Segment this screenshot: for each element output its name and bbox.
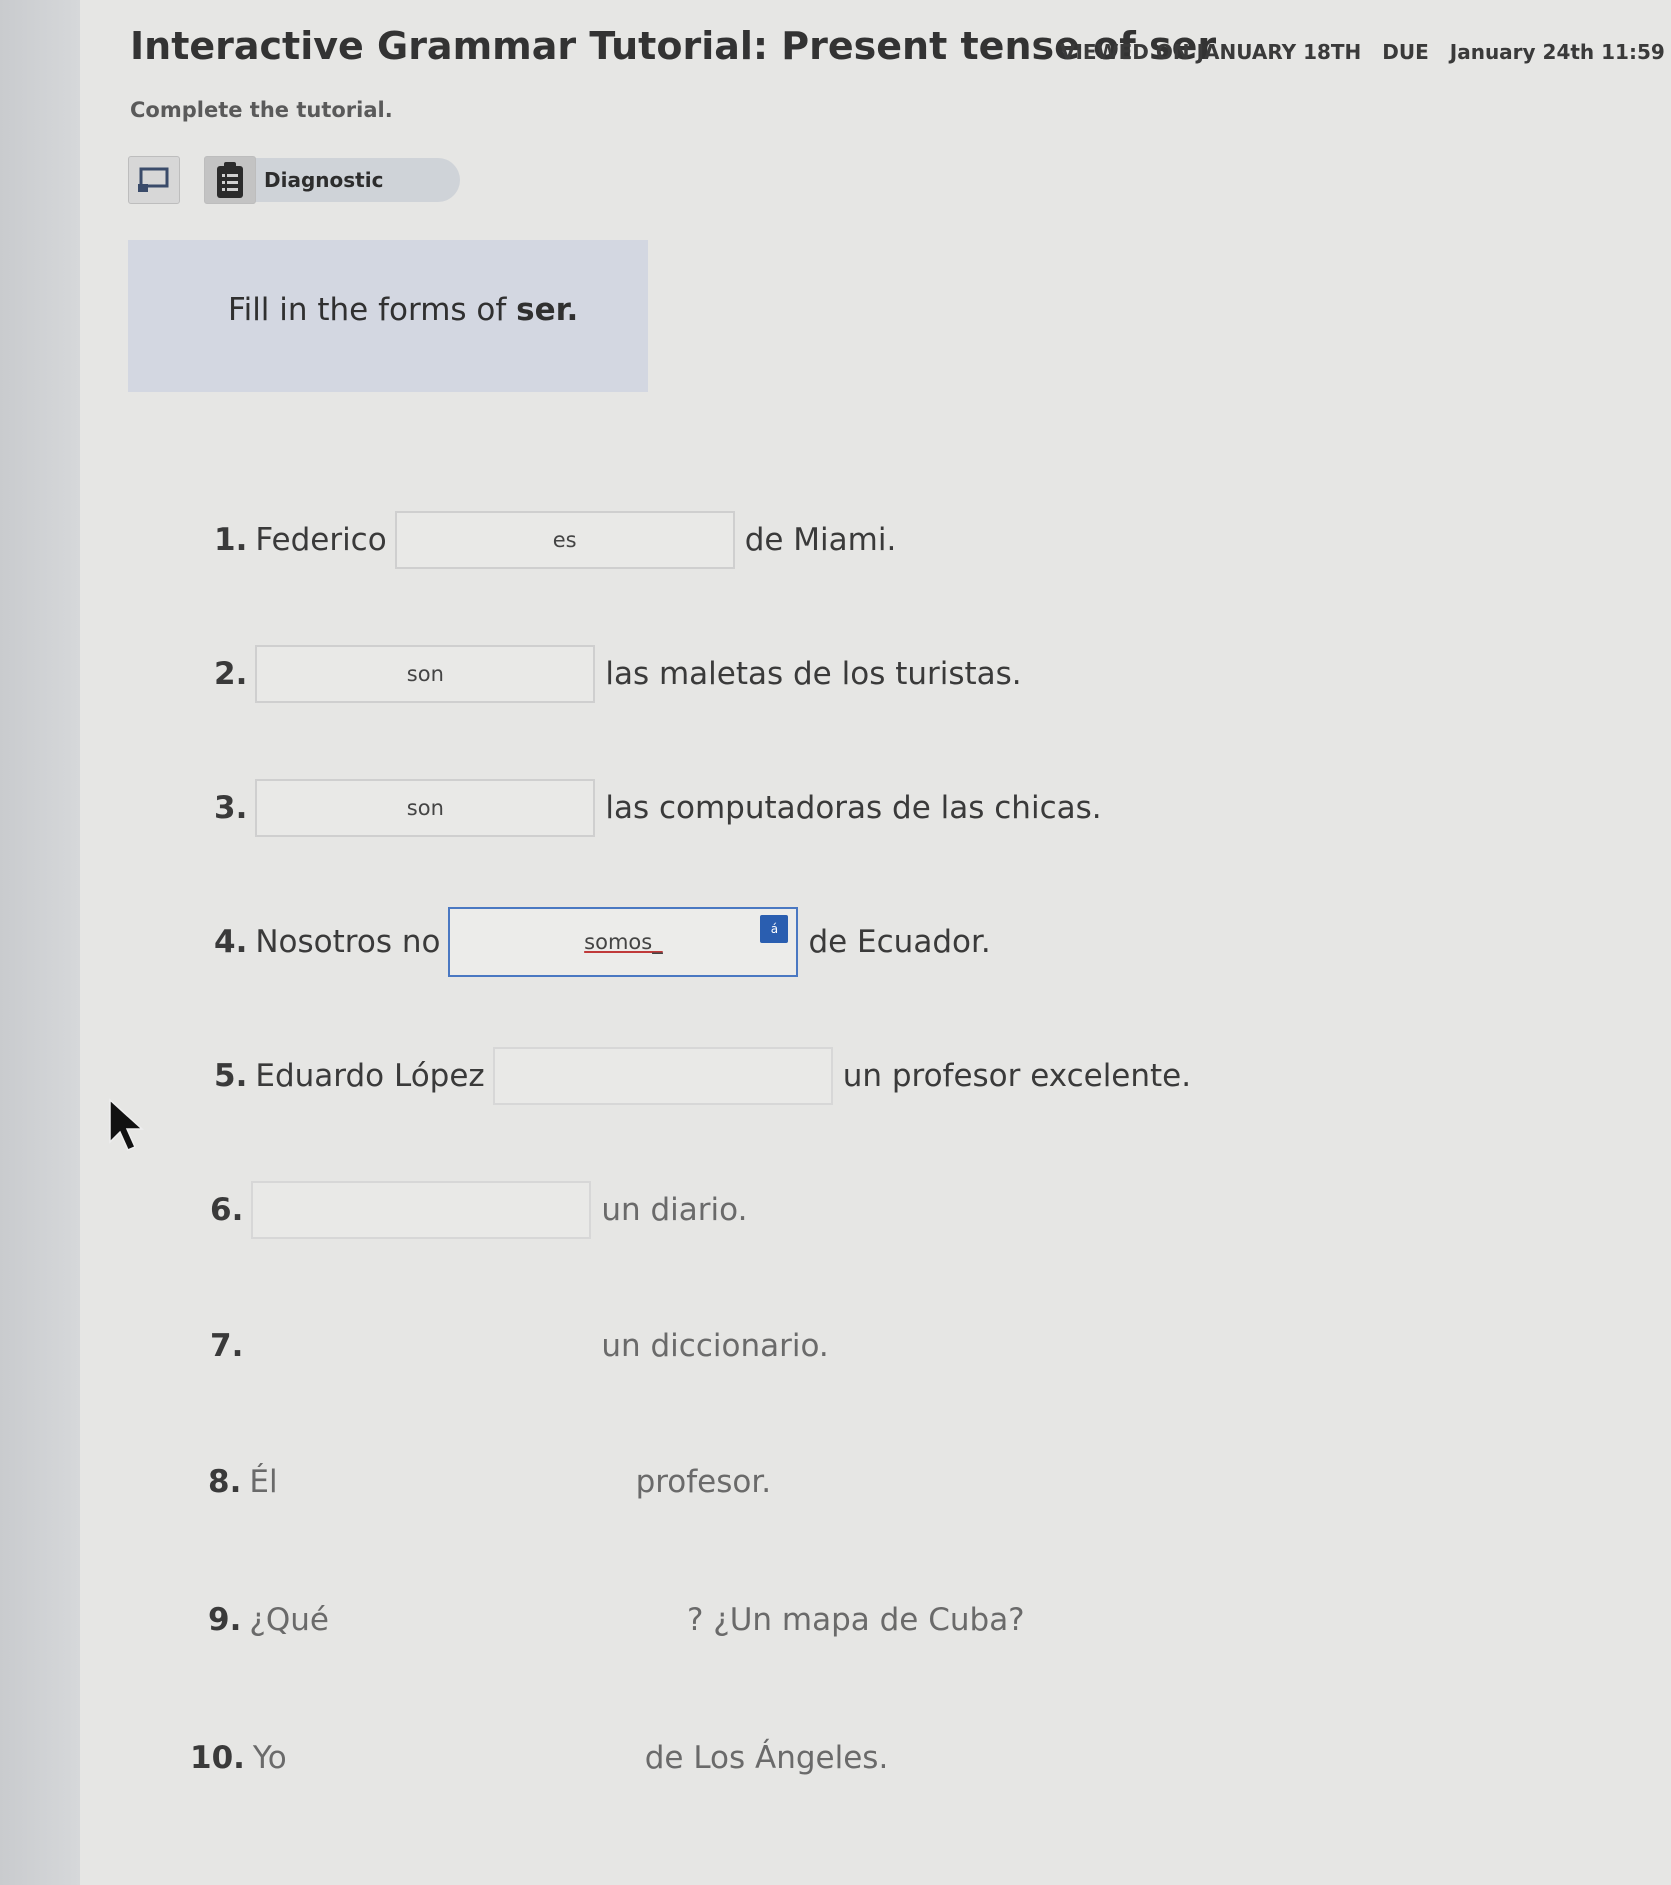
page-subtitle: Complete the tutorial.: [130, 98, 393, 122]
viewed-date: VIEWED ON JANUARY 18TH: [1060, 40, 1362, 64]
question-number: 4.: [214, 924, 248, 960]
question-lead: Nosotros no: [255, 924, 441, 960]
answer-input-6[interactable]: [251, 1181, 592, 1239]
answer-value: son: [406, 662, 444, 686]
page-header: Interactive Grammar Tutorial: Present te…: [130, 24, 1671, 84]
due-date: January 24th 11:59 PM: [1449, 40, 1671, 64]
question-7: 7. un diccionario.: [210, 1314, 829, 1378]
question-8: 8. Él profesor.: [208, 1450, 771, 1514]
question-10: 10. Yo de Los Ángeles.: [190, 1726, 888, 1790]
question-lead: Federico: [255, 522, 387, 558]
question-number: 6.: [210, 1192, 244, 1228]
answer-input-8[interactable]: [286, 1453, 626, 1511]
question-lead: ¿Qué: [249, 1602, 329, 1638]
question-number: 10.: [190, 1740, 245, 1776]
answer-input-4[interactable]: somos_ á: [448, 907, 799, 977]
instructions-box: Fill in the forms of ser.: [128, 240, 648, 392]
page-title: Interactive Grammar Tutorial: Present te…: [130, 24, 1217, 68]
question-number: 8.: [208, 1464, 242, 1500]
question-3: 3. son las computadoras de las chicas.: [214, 776, 1102, 840]
assignment-meta: VIEWED ON JANUARY 18TH DUE January 24th …: [1060, 40, 1671, 64]
left-sidebar-strip: [0, 0, 80, 1885]
question-tail: un profesor excelente.: [842, 1058, 1192, 1094]
accent-char-icon[interactable]: á: [760, 915, 789, 943]
question-number: 9.: [208, 1602, 242, 1638]
question-tail: las computadoras de las chicas.: [605, 790, 1102, 826]
diagnostic-button[interactable]: [204, 156, 256, 204]
diagnostic-label[interactable]: Diagnostic: [264, 168, 383, 192]
question-6: 6. un diario.: [210, 1178, 747, 1242]
clipboard-icon: [217, 162, 243, 198]
projector-button[interactable]: [128, 156, 180, 204]
answer-value: somos_: [584, 930, 663, 954]
question-tail: de Los Ángeles.: [644, 1740, 889, 1776]
question-number: 3.: [214, 790, 248, 826]
question-9: 9. ¿Qué ? ¿Un mapa de Cuba?: [208, 1588, 1025, 1652]
question-tail: un diccionario.: [601, 1328, 829, 1364]
question-tail: de Ecuador.: [808, 924, 991, 960]
question-2: 2. son las maletas de los turistas.: [214, 642, 1022, 706]
instructions-text: Fill in the forms of ser.: [228, 292, 579, 328]
answer-input-7[interactable]: [251, 1317, 591, 1375]
question-number: 7.: [210, 1328, 244, 1364]
question-1: 1. Federico es de Miami.: [214, 508, 896, 572]
question-number: 5.: [214, 1058, 248, 1094]
question-number: 1.: [214, 522, 248, 558]
question-5: 5. Eduardo López un profesor excelente.: [214, 1044, 1191, 1108]
answer-input-2[interactable]: son: [255, 645, 596, 703]
question-4: 4. Nosotros no somos_ á de Ecuador.: [214, 907, 991, 977]
question-tail: ? ¿Un mapa de Cuba?: [686, 1602, 1025, 1638]
answer-value: es: [552, 528, 577, 552]
mouse-pointer-icon: [109, 1098, 144, 1151]
answer-input-10[interactable]: [295, 1729, 635, 1787]
question-lead: Eduardo López: [255, 1058, 485, 1094]
projector-icon: [138, 167, 169, 192]
due-label: DUE: [1382, 40, 1429, 64]
answer-input-9[interactable]: [337, 1591, 677, 1649]
question-number: 2.: [214, 656, 248, 692]
answer-value: son: [406, 796, 444, 820]
question-tail: profesor.: [635, 1464, 772, 1500]
question-tail: un diario.: [601, 1192, 748, 1228]
question-tail: de Miami.: [744, 522, 897, 558]
answer-input-3[interactable]: son: [255, 779, 596, 837]
answer-input-1[interactable]: es: [394, 511, 735, 569]
answer-input-5[interactable]: [492, 1047, 833, 1105]
question-tail: las maletas de los turistas.: [605, 656, 1022, 692]
question-lead: Él: [249, 1464, 278, 1500]
tutorial-toolbar: Diagnostic: [128, 156, 468, 206]
question-lead: Yo: [252, 1740, 287, 1776]
